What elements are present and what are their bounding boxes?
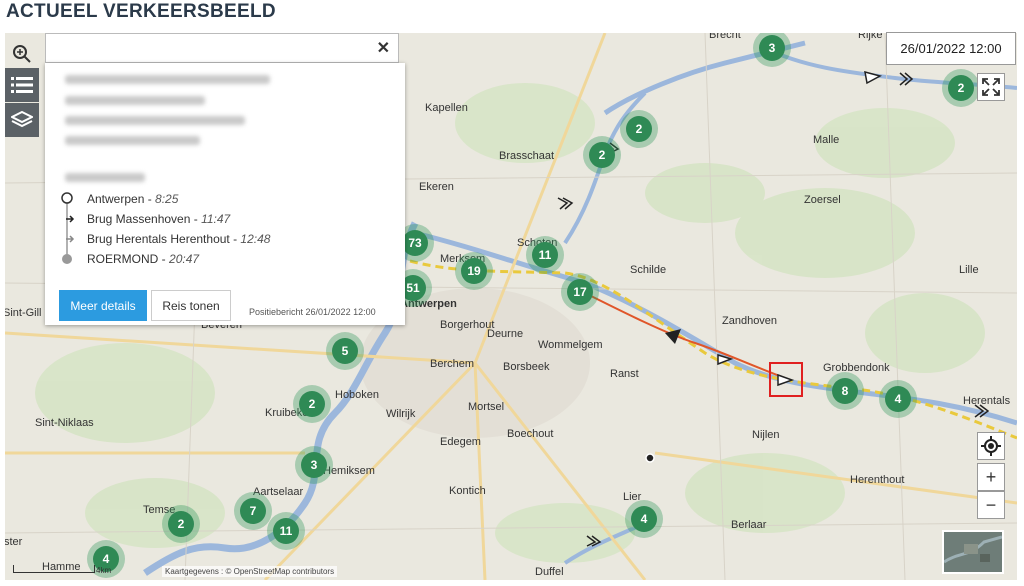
- vessel-cluster[interactable]: 19: [455, 252, 493, 290]
- place-label: Duffel: [535, 566, 564, 578]
- route-list: Antwerpen - 8:25 Brug Massenhoven - 11:4…: [59, 191, 270, 271]
- place-label: Wilrijk: [386, 408, 416, 420]
- vessel-cluster[interactable]: 2: [942, 69, 980, 107]
- vessel-cluster[interactable]: 11: [267, 512, 305, 550]
- minus-icon: −: [985, 494, 997, 515]
- route-stop: Brug Herentals Herenthout - 12:48: [87, 232, 271, 246]
- search-input[interactable]: [54, 34, 358, 62]
- close-icon[interactable]: ✕: [377, 38, 390, 58]
- layers-icon: [11, 110, 33, 128]
- redacted-line: [65, 173, 145, 182]
- vessel-cluster[interactable]: 2: [162, 505, 200, 543]
- place-label: Herentals: [963, 395, 1011, 407]
- place-label: Berchem: [430, 358, 475, 370]
- position-message: Positiebericht 26/01/2022 12:00: [249, 307, 376, 317]
- redacted-line: [65, 136, 200, 145]
- crosshair-icon: [981, 436, 1001, 456]
- datetime-display[interactable]: 26/01/2022 12:00: [886, 32, 1016, 65]
- place-label: Mortsel: [468, 401, 505, 413]
- route-stop: Brug Massenhoven - 11:47: [87, 212, 231, 226]
- vessel-detail-panel: Antwerpen - 8:25 Brug Massenhoven - 11:4…: [45, 63, 405, 325]
- place-label: Rijke: [858, 33, 883, 41]
- satellite-thumbnail-icon: [944, 532, 1002, 572]
- place-label: Schilde: [630, 264, 667, 276]
- vessel-cluster[interactable]: 2: [583, 136, 621, 174]
- vessel-cluster[interactable]: 7: [234, 492, 272, 530]
- place-label: Boechout: [507, 428, 554, 440]
- show-trip-button[interactable]: Reis tonen: [151, 290, 231, 321]
- place-label: Hoboken: [335, 389, 380, 401]
- locate-button[interactable]: [977, 432, 1005, 460]
- vessel-cluster[interactable]: 3: [295, 446, 333, 484]
- map-attribution: Kaartgegevens : © OpenStreetMap contribu…: [162, 566, 338, 577]
- vessel-cluster[interactable]: 2: [293, 385, 331, 423]
- place-label: Lille: [959, 264, 979, 276]
- place-label: Sint-Niklaas: [35, 417, 94, 429]
- place-label: Edegem: [440, 436, 481, 448]
- vessel-cluster[interactable]: 11: [526, 236, 564, 274]
- vessel-cluster[interactable]: 4: [625, 500, 663, 538]
- fullscreen-button[interactable]: [977, 73, 1005, 101]
- vessel-cluster[interactable]: 4: [879, 380, 917, 418]
- scale-bar: [13, 565, 95, 573]
- route-stop: Antwerpen - 8:25: [87, 192, 179, 206]
- zoom-search-icon[interactable]: [10, 42, 34, 66]
- redacted-line: [65, 75, 270, 84]
- more-details-button[interactable]: Meer details: [59, 290, 147, 321]
- page-title: ACTUEEL VERKEERSBEELD: [6, 1, 276, 22]
- vessel-cluster[interactable]: 2: [620, 110, 658, 148]
- list-icon: [11, 77, 33, 93]
- route-stop: ROERMOND - 20:47: [87, 252, 200, 266]
- place-label: Herenthout: [850, 474, 905, 486]
- zoom-in-button[interactable]: +: [977, 463, 1005, 491]
- search-box: ✕: [45, 33, 399, 63]
- place-label: Grobbendonk: [823, 362, 890, 374]
- satellite-toggle-thumbnail[interactable]: [942, 530, 1004, 574]
- place-label: Borsbeek: [503, 361, 550, 373]
- list-button[interactable]: [5, 68, 39, 102]
- place-label: Sint-Gill: [5, 307, 42, 319]
- place-label: Wommelgem: [538, 339, 603, 351]
- place-label: Zoersel: [804, 194, 841, 206]
- redacted-line: [65, 96, 205, 105]
- place-label: Brasschaat: [499, 150, 555, 162]
- vessel-cluster[interactable]: 8: [826, 372, 864, 410]
- vessel-cluster[interactable]: 17: [561, 273, 599, 311]
- place-label: Ranst: [610, 368, 639, 380]
- place-label: Kontich: [449, 485, 486, 497]
- layers-button[interactable]: [5, 103, 39, 137]
- zoom-out-button[interactable]: −: [977, 491, 1005, 519]
- place-label: Nijlen: [752, 429, 780, 441]
- redacted-line: [65, 116, 245, 125]
- plus-icon: +: [985, 466, 997, 487]
- scale-label: 4km: [96, 566, 112, 575]
- fullscreen-icon: [982, 78, 1000, 96]
- place-label: ster: [5, 536, 23, 548]
- place-label: Brecht: [709, 33, 741, 41]
- place-label: Malle: [813, 134, 840, 146]
- place-label: Ekeren: [419, 181, 454, 193]
- vessel-cluster[interactable]: 5: [326, 332, 364, 370]
- place-label: Berlaar: [731, 519, 767, 531]
- place-label: Deurne: [487, 328, 524, 340]
- place-label: Kapellen: [425, 102, 468, 114]
- place-label: Zandhoven: [722, 315, 778, 327]
